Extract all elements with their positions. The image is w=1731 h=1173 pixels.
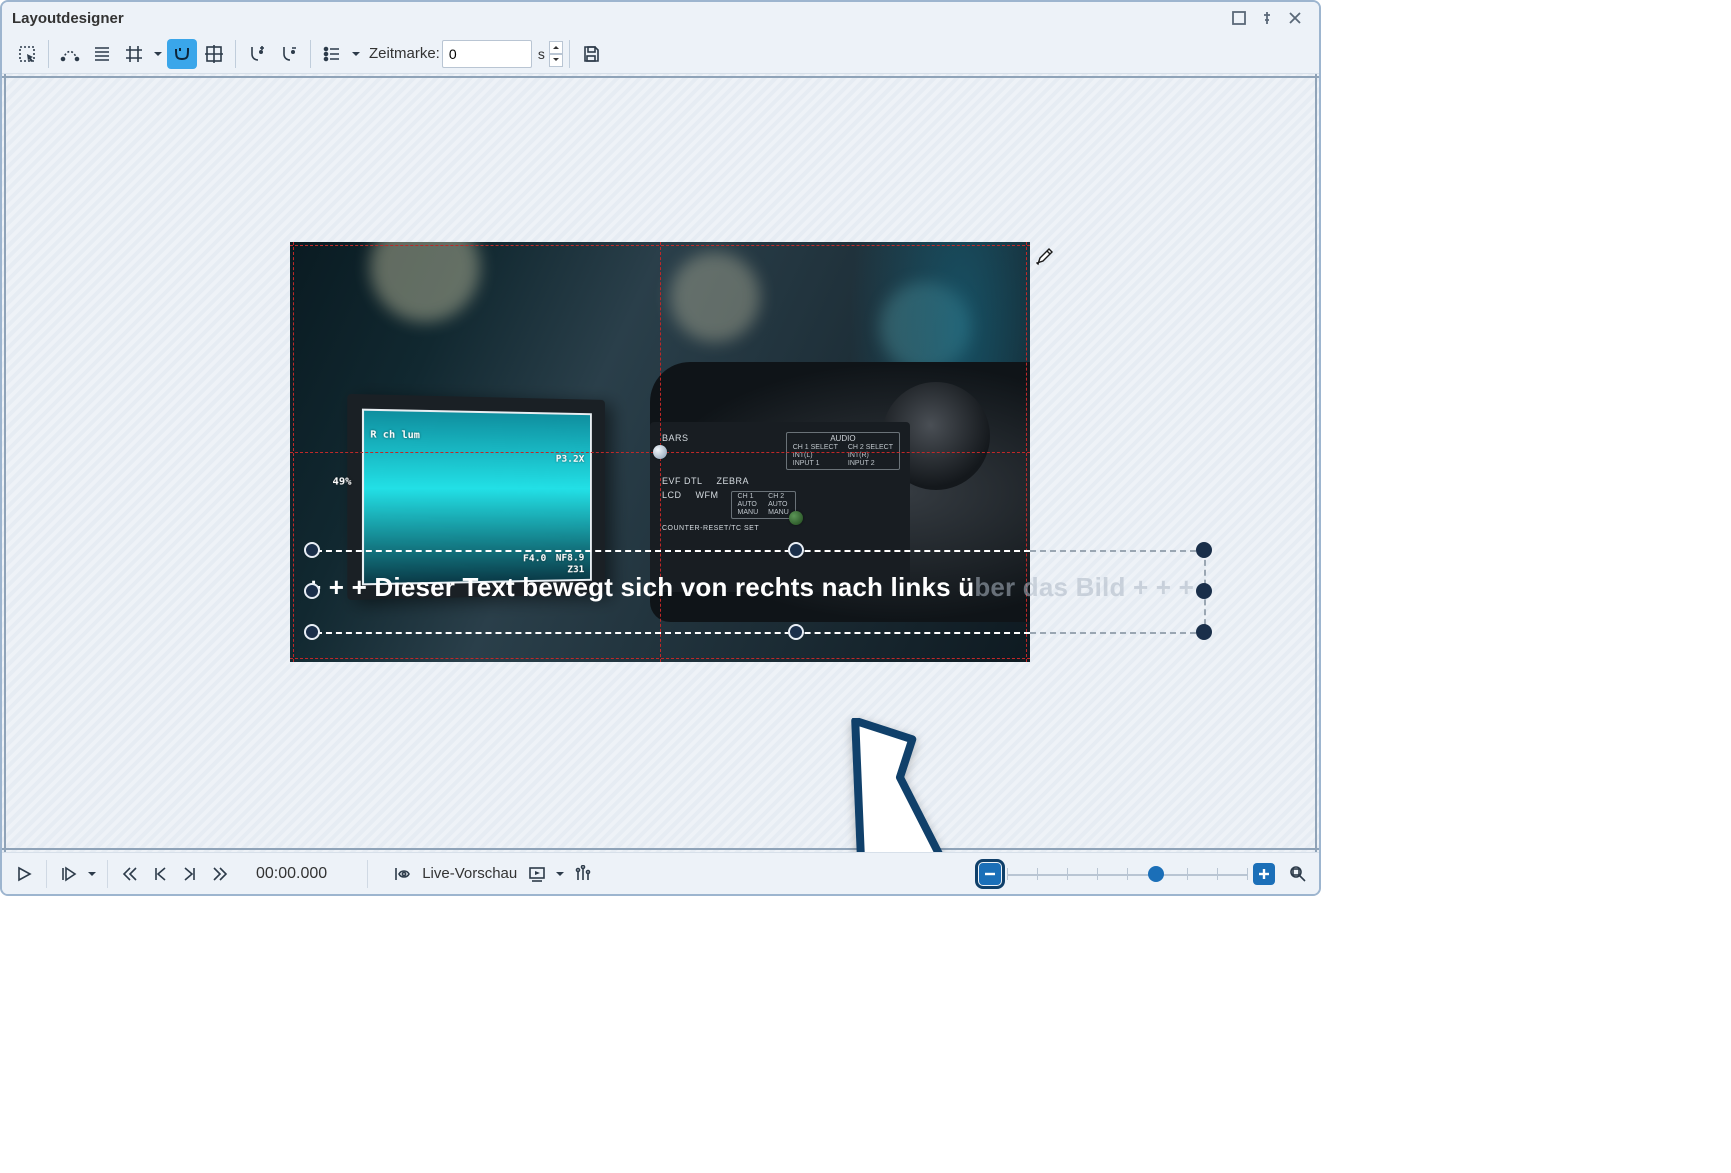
- tutorial-arrow-icon: [804, 718, 974, 852]
- selection-handle[interactable]: [304, 624, 320, 640]
- toolbar-separator: [235, 40, 236, 68]
- select-tool-button[interactable]: [12, 39, 42, 69]
- zoom-controls: [979, 863, 1311, 885]
- center-tool-button[interactable]: [199, 39, 229, 69]
- preview-dropdown-icon[interactable]: [553, 869, 567, 879]
- pin-button[interactable]: [1253, 4, 1281, 32]
- grid-dropdown-icon[interactable]: [151, 49, 165, 59]
- selection-edge: [306, 550, 1030, 552]
- play-from-button[interactable]: [55, 860, 83, 888]
- bottom-toolbar: 00:00.000 Live-Vorschau: [2, 852, 1319, 894]
- app-window: Layoutdesigner: [0, 0, 1321, 896]
- selection-handle[interactable]: [788, 542, 804, 558]
- zoom-fit-button[interactable]: [1285, 864, 1311, 884]
- timemark-stepper[interactable]: [549, 41, 563, 67]
- timemark-label: Zeitmarke:: [369, 45, 440, 62]
- list-button[interactable]: [317, 39, 347, 69]
- stepper-up-icon[interactable]: [549, 41, 563, 54]
- preview-label: Live-Vorschau: [422, 865, 517, 882]
- maximize-button[interactable]: [1225, 4, 1253, 32]
- zoom-out-button[interactable]: [979, 863, 1001, 885]
- timecode-display: 00:00.000: [256, 865, 327, 883]
- canvas-area[interactable]: BARS AUDIO CH 1 SELECTCH 2 SELECT INT(L)…: [2, 74, 1319, 852]
- save-button[interactable]: [576, 39, 606, 69]
- next-frame-button[interactable]: [176, 860, 204, 888]
- pencil-icon[interactable]: [1036, 248, 1054, 269]
- selection-handle[interactable]: [304, 542, 320, 558]
- keyframe-add-button[interactable]: [242, 39, 272, 69]
- center-handle[interactable]: [653, 445, 667, 459]
- selection-handle[interactable]: [1196, 624, 1212, 640]
- window-title: Layoutdesigner: [12, 10, 1225, 27]
- grid-tool-button[interactable]: [119, 39, 149, 69]
- toolbar-separator: [107, 860, 108, 888]
- skip-end-button[interactable]: [206, 860, 234, 888]
- snap-tool-button[interactable]: [167, 39, 197, 69]
- canvas-border: [2, 848, 1319, 850]
- preview-eye-button[interactable]: [388, 860, 416, 888]
- keyframe-remove-button[interactable]: [274, 39, 304, 69]
- list-dropdown-icon[interactable]: [349, 49, 363, 59]
- toolbar-separator: [310, 40, 311, 68]
- selection-handle[interactable]: [1196, 583, 1212, 599]
- ticker-selection[interactable]: [306, 550, 1206, 635]
- selection-edge: [1030, 632, 1206, 634]
- timemark-unit: s: [538, 46, 545, 62]
- play-button[interactable]: [10, 860, 38, 888]
- close-button[interactable]: [1281, 4, 1309, 32]
- path-tool-button[interactable]: [55, 39, 85, 69]
- play-dropdown-icon[interactable]: [85, 869, 99, 879]
- zoom-in-button[interactable]: [1253, 863, 1275, 885]
- bokeh-highlight: [670, 252, 760, 342]
- selection-handle[interactable]: [304, 583, 320, 599]
- guide-line: [290, 658, 1030, 659]
- prev-frame-button[interactable]: [146, 860, 174, 888]
- selection-edge: [1030, 550, 1206, 552]
- timemark-input[interactable]: [442, 40, 532, 68]
- toolbar-separator: [48, 40, 49, 68]
- preview-mode-button[interactable]: [523, 860, 551, 888]
- canvas-border: [4, 74, 6, 852]
- toolbar-separator: [367, 860, 368, 888]
- stepper-down-icon[interactable]: [549, 54, 563, 67]
- selection-handle[interactable]: [1196, 542, 1212, 558]
- selection-handle[interactable]: [788, 624, 804, 640]
- skip-start-button[interactable]: [116, 860, 144, 888]
- selection-edge: [306, 632, 1030, 634]
- guide-line: [290, 245, 1030, 246]
- top-toolbar: Zeitmarke: s: [2, 34, 1319, 74]
- zoom-slider[interactable]: [1007, 865, 1247, 883]
- slider-thumb[interactable]: [1148, 866, 1164, 882]
- toolbar-separator: [569, 40, 570, 68]
- canvas-border: [2, 76, 1319, 78]
- levels-button[interactable]: [569, 860, 597, 888]
- titlebar: Layoutdesigner: [2, 2, 1319, 34]
- canvas-border: [1315, 74, 1317, 852]
- toolbar-separator: [46, 860, 47, 888]
- rotation-handle[interactable]: [789, 511, 803, 525]
- align-tool-button[interactable]: [87, 39, 117, 69]
- bokeh-highlight: [370, 242, 480, 322]
